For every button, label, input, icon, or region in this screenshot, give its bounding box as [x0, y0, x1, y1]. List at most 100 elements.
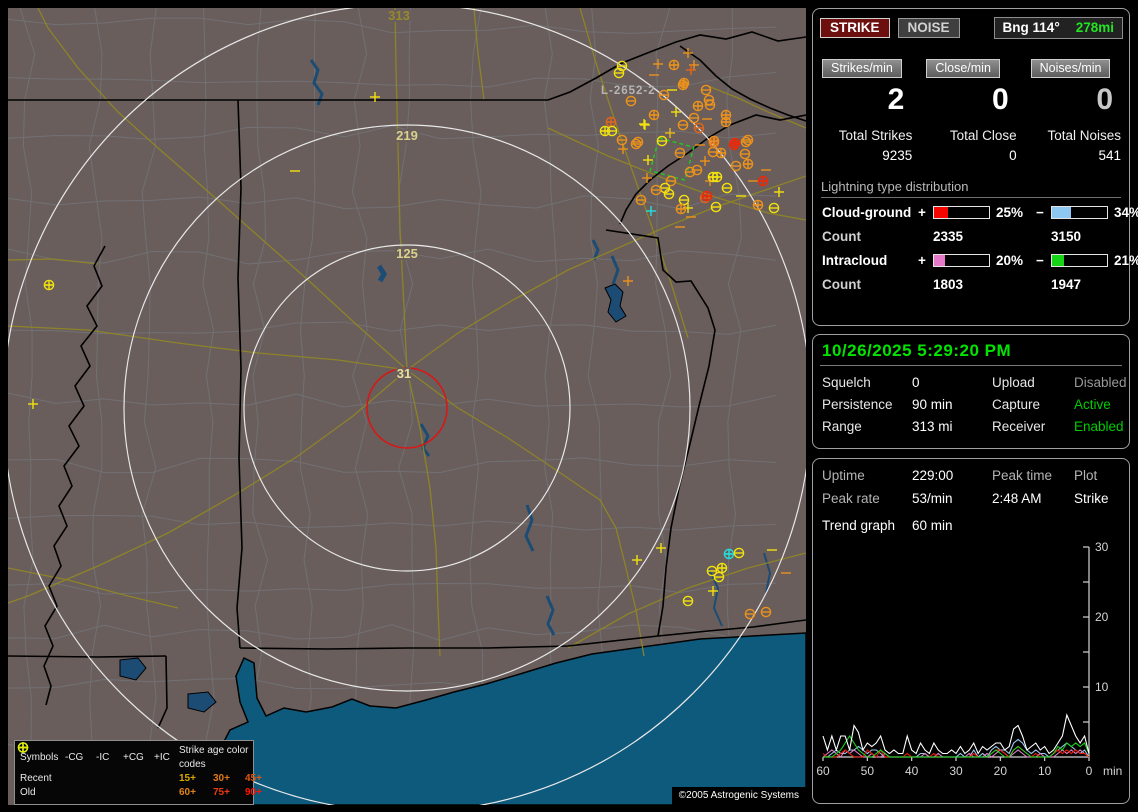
close-column: Close/min 0 Total Close 0: [926, 59, 1017, 163]
map-legend: Symbols -CG -IC +CG +IC Strike age color…: [14, 740, 262, 805]
age-code-45: 45+: [245, 773, 262, 784]
total-strikes-label: Total Strikes: [838, 128, 913, 143]
cg-plus-count: 2335: [933, 229, 964, 244]
svg-text:L-2652-2: L-2652-2: [601, 85, 656, 97]
noise-mode-button[interactable]: NOISE: [897, 18, 960, 38]
datetime-display: 10/26/2025 5:29:20 PM: [820, 340, 1122, 366]
ic-count-label: Count: [822, 277, 861, 292]
range-label: Range: [822, 419, 862, 434]
ic-plus-percent: 20%: [996, 253, 1024, 268]
squelch-value: 0: [912, 375, 920, 390]
svg-text:40: 40: [905, 764, 919, 778]
ic-plus-count: 1803: [933, 277, 964, 292]
svg-text:10: 10: [1095, 680, 1109, 694]
distribution-title: Lightning type distribution: [821, 179, 1121, 198]
svg-text:219: 219: [396, 128, 418, 143]
capture-value: Active: [1074, 397, 1111, 412]
cg-minus-bar: [1051, 206, 1108, 219]
legend-row-recent-label: Recent: [20, 773, 52, 784]
uptime-label: Uptime: [822, 468, 865, 483]
upload-label: Upload: [992, 375, 1035, 390]
trend-panel: Uptime 229:00 Peak time Plot Peak rate 5…: [812, 458, 1130, 804]
svg-text:0: 0: [1086, 764, 1093, 778]
legend-col-pos-ic: +IC: [154, 752, 170, 763]
noises-per-min-chip[interactable]: Noises/min: [1030, 59, 1111, 78]
svg-text:20: 20: [994, 764, 1008, 778]
strikes-per-min-chip[interactable]: Strikes/min: [822, 59, 902, 78]
svg-text:313: 313: [388, 8, 410, 23]
uptime-value: 229:00: [912, 468, 954, 483]
svg-text:60: 60: [816, 764, 830, 778]
capture-label: Capture: [992, 397, 1041, 412]
cg-plus-percent: 25%: [996, 205, 1024, 220]
copyright-notice: ©2005 Astrogenic Systems: [671, 787, 806, 805]
upload-value: Disabled: [1074, 375, 1127, 390]
cg-minus-sign: −: [1036, 205, 1044, 220]
squelch-label: Squelch: [822, 375, 871, 390]
svg-text:30: 30: [1095, 540, 1109, 554]
legend-col-pos-cg: +CG: [123, 752, 144, 763]
cloud-ground-label: Cloud-ground: [822, 205, 912, 220]
svg-text:125: 125: [396, 246, 418, 261]
total-close-value: 0: [1009, 148, 1017, 163]
noises-per-min-value: 0: [1096, 83, 1113, 116]
ic-minus-bar: [1051, 254, 1108, 267]
age-code-60: 60+: [179, 787, 196, 798]
cg-minus-percent: 34%: [1114, 205, 1138, 220]
legend-col-neg-ic: -IC: [96, 752, 110, 763]
total-strikes-value: 9235: [882, 148, 913, 163]
close-per-min-value: 0: [991, 83, 1009, 116]
close-per-min-chip[interactable]: Close/min: [926, 59, 1000, 78]
total-noises-value: 541: [1098, 148, 1121, 163]
total-close-label: Total Close: [949, 128, 1017, 143]
strikes-per-min-value: 2: [887, 83, 905, 116]
age-code-75: 75+: [213, 787, 230, 798]
legend-col-neg-cg: -CG: [65, 752, 84, 763]
svg-text:30: 30: [949, 764, 963, 778]
total-noises-label: Total Noises: [1047, 128, 1121, 143]
peak-time-value: 2:48 AM: [992, 491, 1042, 506]
age-code-30: 30+: [213, 773, 230, 784]
lightning-map[interactable]: 313 219 125 31 L-2652-2 Symbols -CG -IC +CG …: [8, 8, 806, 805]
svg-text:50: 50: [861, 764, 875, 778]
receiver-value: Enabled: [1074, 419, 1124, 434]
strike-mode-button[interactable]: STRIKE: [820, 18, 890, 38]
trend-graph-label: Trend graph: [822, 518, 896, 533]
peak-rate-label: Peak rate: [822, 491, 880, 506]
legend-row-old-label: Old: [20, 787, 36, 798]
ic-minus-sign: −: [1036, 253, 1044, 268]
persistence-label: Persistence: [822, 397, 893, 412]
persistence-value: 90 min: [912, 397, 953, 412]
ic-minus-count: 1947: [1051, 277, 1082, 292]
map-canvas: 313 219 125 31 L-2652-2: [8, 8, 806, 805]
plot-value: Strike: [1074, 491, 1109, 506]
svg-text:20: 20: [1095, 610, 1109, 624]
age-code-90: 90+: [245, 787, 262, 798]
cg-plus-sign: +: [918, 205, 926, 220]
strikes-column: Strikes/min 2 Total Strikes 9235: [822, 59, 912, 163]
intracloud-label: Intracloud: [822, 253, 888, 268]
legend-age-header: Strike age color codes: [179, 745, 249, 770]
svg-text:min: min: [1103, 764, 1122, 778]
cg-plus-bar: [933, 206, 990, 219]
status-panel: 10/26/2025 5:29:20 PM Squelch 0 Upload D…: [812, 334, 1130, 449]
strike-stats-panel: STRIKE NOISE Bng 114° 278mi Strikes/min …: [812, 8, 1138, 326]
cg-count-label: Count: [822, 229, 861, 244]
receiver-label: Receiver: [992, 419, 1046, 434]
peak-rate-value: 53/min: [912, 491, 953, 506]
age-code-15: 15+: [179, 773, 196, 784]
range-value: 278mi: [1075, 20, 1114, 35]
noises-column: Noises/min 0 Total Noises 541: [1030, 59, 1121, 163]
peak-time-label: Peak time: [992, 468, 1053, 483]
trend-graph-value: 60 min: [912, 518, 953, 533]
trend-graph: 10 20 30 60 50 40 30 20 10 0 min: [816, 540, 1122, 778]
bearing-label: Bng 114°: [1002, 20, 1060, 35]
range-setting-value: 313 mi: [912, 419, 953, 434]
ic-minus-percent: 21%: [1114, 253, 1138, 268]
cg-minus-count: 3150: [1051, 229, 1082, 244]
plot-label: Plot: [1074, 468, 1098, 483]
bearing-range-badge: Bng 114° 278mi: [993, 17, 1123, 39]
svg-text:10: 10: [1038, 764, 1052, 778]
svg-text:31: 31: [397, 366, 411, 381]
ic-plus-sign: +: [918, 253, 926, 268]
